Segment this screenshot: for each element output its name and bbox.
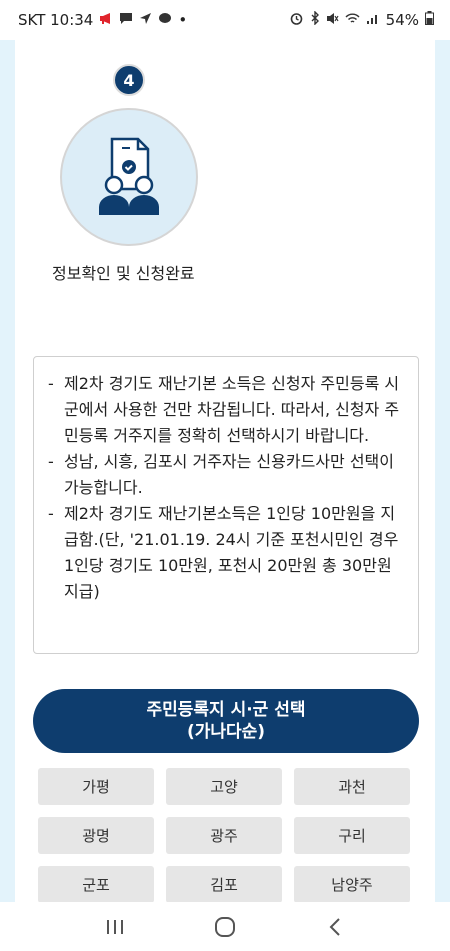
- navigation-icon: [139, 12, 152, 29]
- status-bar: SKT 10:34 • 54%: [0, 0, 450, 40]
- alarm-icon: [289, 11, 304, 29]
- bullet-dash: -: [48, 452, 54, 471]
- back-icon: [329, 917, 340, 936]
- mute-icon: [326, 11, 339, 29]
- city-button-gwacheon[interactable]: 과천: [294, 768, 410, 805]
- recent-apps-icon: [107, 919, 123, 934]
- battery-icon: [425, 11, 434, 29]
- city-button-gwangmyeong[interactable]: 광명: [38, 817, 154, 854]
- notice-text: 성남, 시흥, 김포시 거주자는 신용카드사만 선택이 가능합니다.: [64, 452, 395, 497]
- step-label: 정보확인 및 신청완료: [52, 264, 195, 283]
- document-check-users-icon: [99, 137, 159, 215]
- select-city-title: 주민등록지 시·군 선택: [146, 700, 306, 720]
- page-frame: 4 정보확인 및 신청완료 - 제2차 경기도 재난기본 소득은 신청자 주민등…: [0, 40, 450, 902]
- city-button-gwangju[interactable]: 광주: [166, 817, 282, 854]
- notice-item: - 성남, 시흥, 김포시 거주자는 신용카드사만 선택이 가능합니다.: [48, 449, 404, 501]
- notice-item: - 제2차 경기도 재난기본소득은 1인당 10만원을 지급함.(단, '21.…: [48, 501, 404, 605]
- city-button-gunpo[interactable]: 군포: [38, 866, 154, 902]
- status-dot: •: [178, 11, 188, 29]
- select-city-button[interactable]: 주민등록지 시·군 선택 (가나다순): [33, 689, 419, 753]
- step-number-badge: 4: [113, 64, 145, 96]
- message-icon: [119, 12, 133, 29]
- notice-item: - 제2차 경기도 재난기본 소득은 신청자 주민등록 시군에서 사용한 건만 …: [48, 371, 404, 449]
- notice-box: - 제2차 경기도 재난기본 소득은 신청자 주민등록 시군에서 사용한 건만 …: [33, 356, 419, 654]
- notice-text: 제2차 경기도 재난기본소득은 1인당 10만원을 지급함.(단, '21.01…: [64, 504, 399, 601]
- home-button[interactable]: [205, 907, 245, 947]
- talk-icon: [158, 12, 172, 29]
- bullet-dash: -: [48, 504, 54, 523]
- battery-level: 54%: [385, 11, 419, 29]
- notice-text: 제2차 경기도 재난기본 소득은 신청자 주민등록 시군에서 사용한 건만 차감…: [64, 374, 400, 445]
- status-left: SKT 10:34 •: [18, 11, 187, 29]
- city-button-guri[interactable]: 구리: [294, 817, 410, 854]
- signal-icon: [366, 11, 380, 29]
- back-button[interactable]: [315, 907, 355, 947]
- wifi-icon: [345, 11, 360, 29]
- recent-apps-button[interactable]: [95, 907, 135, 947]
- home-icon: [215, 916, 235, 937]
- bullet-dash: -: [48, 374, 54, 393]
- city-button-gimpo[interactable]: 김포: [166, 866, 282, 902]
- megaphone-icon: [99, 12, 113, 29]
- status-right: 54%: [289, 10, 434, 29]
- city-button-gapyeong[interactable]: 가평: [38, 768, 154, 805]
- system-nav-bar: [0, 902, 450, 951]
- city-button-goyang[interactable]: 고양: [166, 768, 282, 805]
- step-illustration: [60, 108, 198, 246]
- city-grid: 가평 고양 과천 광명 광주 구리 군포 김포 남양주: [38, 768, 410, 902]
- carrier-time: SKT 10:34: [18, 11, 94, 29]
- city-button-namyangju[interactable]: 남양주: [294, 866, 410, 902]
- select-city-subtitle: (가나다순): [186, 722, 266, 742]
- main-content: 4 정보확인 및 신청완료 - 제2차 경기도 재난기본 소득은 신청자 주민등…: [15, 40, 435, 902]
- bluetooth-icon: [310, 10, 320, 29]
